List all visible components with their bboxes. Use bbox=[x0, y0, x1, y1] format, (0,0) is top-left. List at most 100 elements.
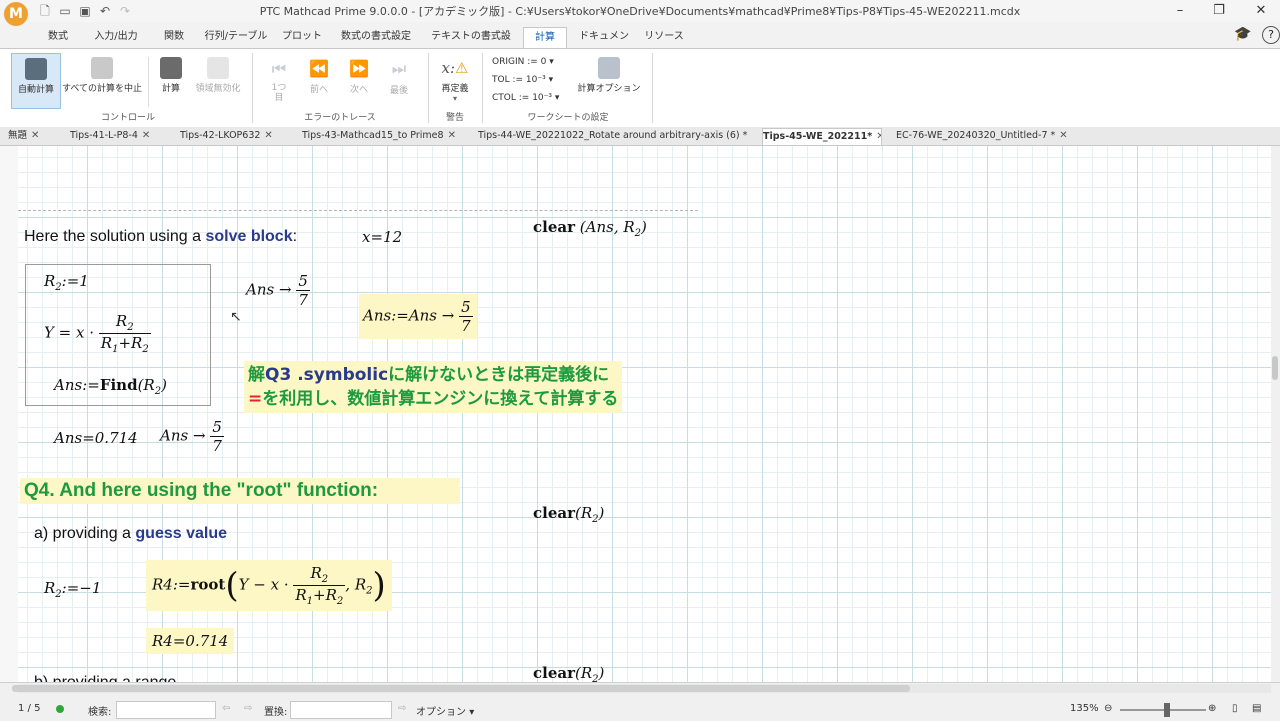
guess-value-text[interactable]: a) providing a guess value bbox=[34, 525, 227, 543]
trace-group-label: エラーのトレース bbox=[304, 113, 376, 123]
ribbon-tab-strip: 数式 入力/出力 関数 行列/テーブル プロット 数式の書式設定 テキストの書式… bbox=[0, 24, 1280, 62]
r2-definition[interactable]: R2:=1 bbox=[44, 272, 89, 293]
japanese-note[interactable]: 解Q3 .symbolicに解けないときは再定義後に =を利用し、数値計算エンジ… bbox=[244, 361, 623, 413]
doc-tab[interactable]: EC-76-WE_20240320_Untitled-7 * ✕ bbox=[896, 128, 1070, 144]
zoom-out-icon[interactable]: ⊖ bbox=[1104, 703, 1112, 714]
search-label: 検索: bbox=[88, 707, 112, 718]
clear-r2[interactable]: clear(R2) bbox=[533, 504, 604, 525]
worksheet-canvas[interactable]: Here the solution using a solve block: x… bbox=[18, 146, 1271, 682]
x-definition[interactable]: x=12 bbox=[362, 228, 402, 246]
redefine-button[interactable]: x:⚠ 再定義 ▾ bbox=[434, 53, 476, 107]
close-icon[interactable]: ✕ bbox=[142, 130, 150, 141]
doc-tab-active[interactable]: Tips-45-WE_202211*✕ bbox=[762, 128, 882, 145]
document-tab-strip: 無題 ✕ Tips-41-L-P8-4 ✕ Tips-42-LKOP632 ✕ Tip… bbox=[0, 127, 1280, 146]
calc-options-button[interactable]: 計算オプション bbox=[574, 53, 644, 107]
tab-functions[interactable]: 関数 bbox=[156, 27, 192, 47]
tab-formulas[interactable]: 数式 bbox=[38, 27, 78, 47]
dropdown-arrow-icon: ▾ bbox=[548, 75, 554, 85]
tab-math-formatting[interactable]: 数式の書式設定 bbox=[336, 27, 416, 47]
clear-r2-2[interactable]: clear(R2) bbox=[533, 664, 604, 682]
replace-input[interactable] bbox=[290, 701, 392, 719]
first-error-button[interactable]: ⏮ 1つ目 bbox=[262, 53, 296, 107]
ans-redefine-symbolic[interactable]: Ans:=Ans → 57 bbox=[359, 294, 477, 339]
draft-view-icon[interactable]: ▤ bbox=[1252, 703, 1261, 714]
tab-matrices-tables[interactable]: 行列/テーブル bbox=[204, 27, 268, 47]
close-icon[interactable]: ✕ bbox=[264, 130, 272, 141]
ans-symbolic-result-2[interactable]: Ans → 57 bbox=[160, 418, 224, 455]
tab-input-output[interactable]: 入力/出力 bbox=[88, 27, 144, 47]
next-result-icon[interactable]: ⇨ bbox=[244, 703, 252, 714]
last-error-button[interactable]: ⏭ 最後 bbox=[382, 53, 416, 107]
horizontal-scroll-thumb[interactable] bbox=[12, 685, 910, 692]
page-break-line bbox=[18, 210, 698, 211]
replace-icon[interactable]: ⇨ bbox=[398, 703, 406, 714]
mathcad-logo-icon[interactable]: M bbox=[4, 2, 28, 26]
calc-button[interactable]: 計算 bbox=[154, 53, 188, 107]
prev-error-button[interactable]: ⏪ 前へ bbox=[302, 53, 336, 107]
y-equation[interactable]: Y = x · R2 R1+R2 bbox=[44, 312, 151, 355]
intro-text-region[interactable]: Here the solution using a solve block: bbox=[24, 228, 297, 246]
ans-symbolic-result[interactable]: Ans → 57 bbox=[246, 272, 310, 309]
stop-calc-icon bbox=[91, 57, 113, 79]
range-text[interactable]: b) providing a range bbox=[34, 674, 176, 682]
close-icon[interactable]: ✕ bbox=[876, 131, 881, 142]
dropdown-arrow-icon: ▾ bbox=[549, 57, 554, 67]
disable-region-button[interactable]: 領域無効化 bbox=[192, 53, 244, 107]
q4-heading[interactable]: Q4. And here using the "root" function: bbox=[20, 478, 460, 504]
vertical-scroll-thumb[interactable] bbox=[1272, 356, 1278, 380]
minimize-button[interactable]: – bbox=[1165, 2, 1195, 20]
status-dot-icon bbox=[56, 705, 64, 713]
tab-calculation[interactable]: 計算 bbox=[523, 27, 567, 48]
tab-document[interactable]: ドキュメント bbox=[576, 27, 632, 62]
origin-setting[interactable]: ORIGIN := 0 ▾ bbox=[492, 57, 554, 67]
doc-tab[interactable]: Tips-42-LKOP632 ✕ bbox=[180, 128, 288, 144]
new-file-icon[interactable]: 🗋 bbox=[38, 4, 52, 18]
calculator-icon bbox=[160, 57, 182, 79]
stop-all-calc-button[interactable]: すべての計算を中止 bbox=[62, 53, 142, 107]
ans-find[interactable]: Ans:=Find(R2) bbox=[54, 376, 167, 397]
first-icon: ⏮ bbox=[271, 59, 287, 78]
tab-text-formatting[interactable]: テキストの書式設定 bbox=[428, 27, 514, 62]
options-dropdown[interactable]: オプション ▾ bbox=[416, 703, 474, 718]
ans-numeric-result[interactable]: Ans=0.714 bbox=[54, 429, 138, 447]
tab-plots[interactable]: プロット bbox=[280, 27, 324, 47]
close-icon[interactable]: ✕ bbox=[31, 130, 39, 141]
doc-tab[interactable]: 無題 ✕ bbox=[8, 128, 52, 144]
doc-tab[interactable]: Tips-43-Mathcad15_to Prime8 ✕ bbox=[302, 128, 470, 144]
zoom-slider[interactable] bbox=[1120, 709, 1206, 711]
close-icon[interactable]: ✕ bbox=[1059, 130, 1067, 141]
worksheet-group-label: ワークシートの設定 bbox=[527, 113, 609, 123]
auto-calc-button[interactable]: 自動計算 bbox=[11, 53, 61, 109]
redo-icon[interactable]: ↷ bbox=[118, 4, 132, 18]
warning-group: x:⚠ 再定義 ▾ 警告 bbox=[432, 51, 478, 125]
r4-numeric-result[interactable]: R4=0.714 bbox=[146, 628, 235, 654]
graduation-cap-icon[interactable]: 🎓 bbox=[1234, 26, 1251, 42]
close-icon[interactable]: ✕ bbox=[448, 130, 456, 141]
tol-setting[interactable]: TOL := 10⁻³ ▾ bbox=[492, 75, 553, 85]
auto-calc-icon bbox=[25, 58, 47, 80]
open-folder-icon[interactable]: ▭ bbox=[58, 4, 72, 18]
undo-icon[interactable]: ↶ bbox=[98, 4, 112, 18]
doc-tab[interactable]: Tips-41-L-P8-4 ✕ bbox=[70, 128, 160, 144]
forward-icon: ⏩ bbox=[349, 59, 369, 78]
close-window-button[interactable]: ✕ bbox=[1246, 2, 1276, 20]
prev-result-icon[interactable]: ⇦ bbox=[222, 703, 230, 714]
vertical-scrollbar[interactable] bbox=[1271, 146, 1280, 682]
left-gutter bbox=[0, 146, 19, 682]
zoom-slider-thumb[interactable] bbox=[1164, 703, 1170, 717]
r2-guess-definition[interactable]: R2:=−1 bbox=[44, 579, 101, 600]
zoom-in-icon[interactable]: ⊕ bbox=[1208, 703, 1216, 714]
tab-resources[interactable]: リソース bbox=[642, 27, 686, 47]
maximize-button[interactable]: ❐ bbox=[1204, 2, 1234, 20]
page-view-icon[interactable]: ▯ bbox=[1232, 703, 1238, 714]
error-trace-group: ⏮ 1つ目 ⏪ 前へ ⏩ 次へ ⏭ 最後 エラーのトレース bbox=[256, 51, 424, 125]
ctol-setting[interactable]: CTOL := 10⁻³ ▾ bbox=[492, 93, 559, 103]
help-icon[interactable]: ? bbox=[1262, 26, 1280, 44]
clear-ans-r2[interactable]: clear (Ans, R2) bbox=[533, 218, 647, 239]
search-input[interactable] bbox=[116, 701, 216, 719]
doc-tab[interactable]: Tips-44-WE_20221022_Rotate around arbitr… bbox=[478, 128, 748, 144]
save-icon[interactable]: ▣ bbox=[78, 4, 92, 18]
next-error-button[interactable]: ⏩ 次へ bbox=[342, 53, 376, 107]
worksheet-settings-group: ORIGIN := 0 ▾ TOL := 10⁻³ ▾ CTOL := 10⁻³… bbox=[486, 51, 650, 125]
r4-root-definition[interactable]: R4:=root(Y − x · R2 R1+R2, R2) bbox=[146, 560, 392, 611]
